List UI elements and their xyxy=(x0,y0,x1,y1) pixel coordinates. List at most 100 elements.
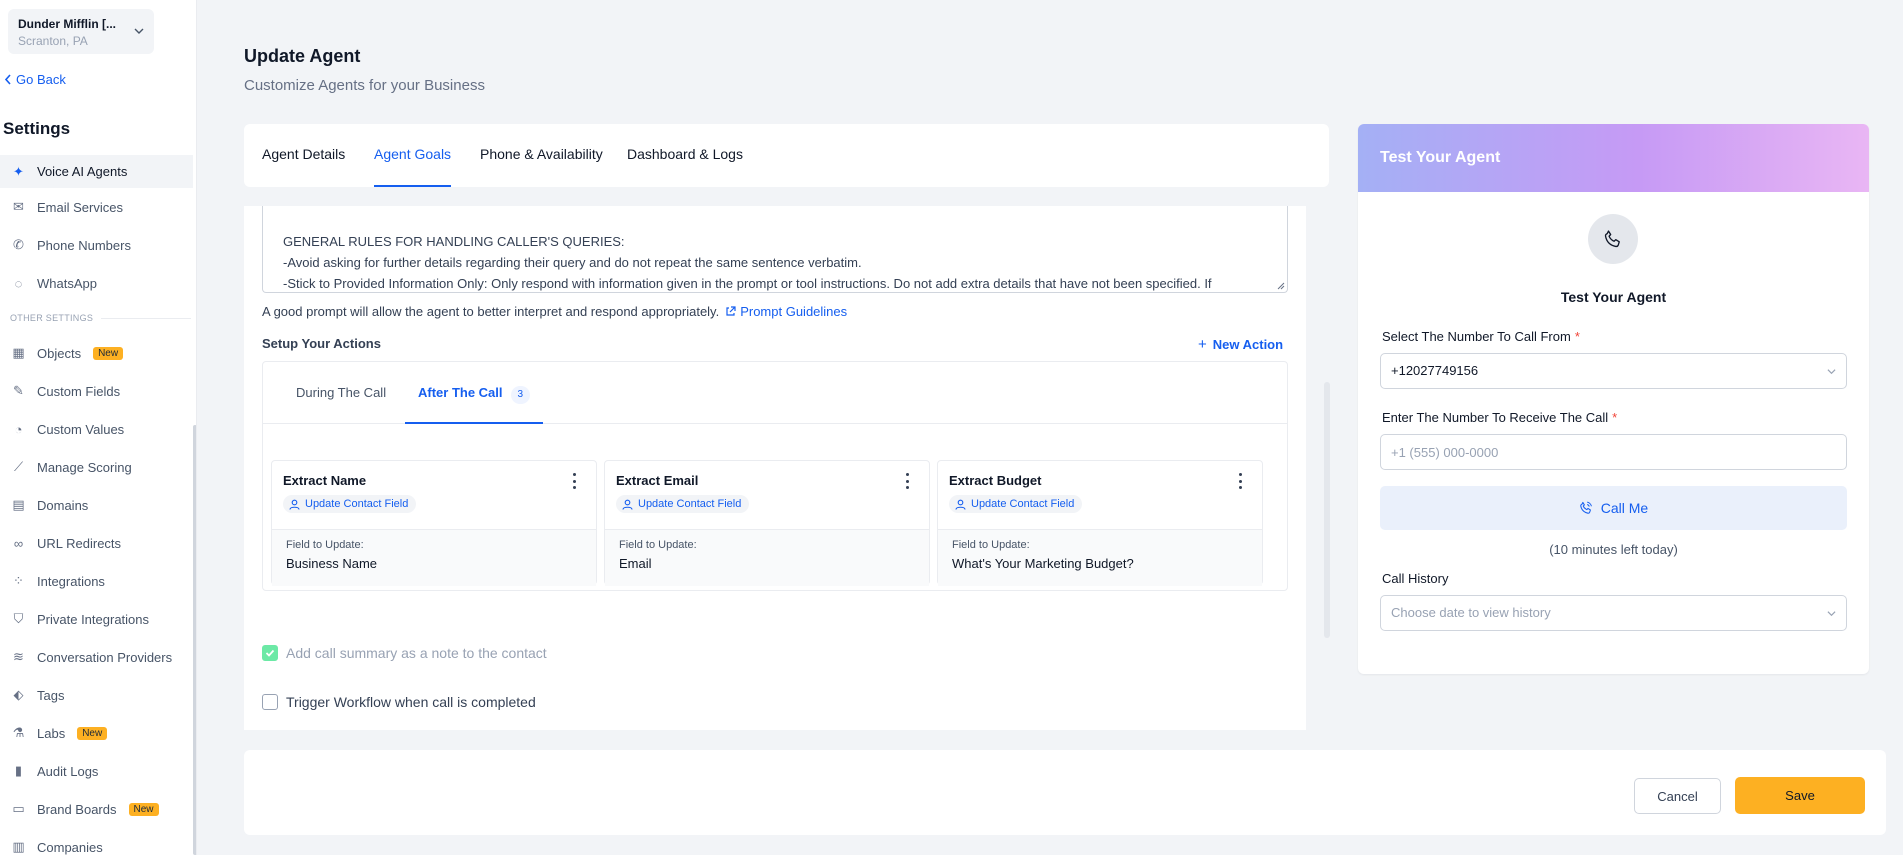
sidebar-item-domains[interactable]: ▤ Domains xyxy=(0,486,193,524)
tab-agent-goals[interactable]: Agent Goals xyxy=(374,124,452,187)
test-agent-header: Test Your Agent xyxy=(1358,124,1869,192)
action-title: Extract Email xyxy=(616,473,699,488)
main-scrollbar-track[interactable] xyxy=(1324,206,1330,730)
call-from-select[interactable]: +12027749156 xyxy=(1380,353,1847,389)
tab-phone-availability[interactable]: Phone & Availability xyxy=(480,124,603,187)
call-history-select[interactable]: Choose date to view history xyxy=(1380,595,1847,631)
trigger-workflow-option: Trigger Workflow when call is completed xyxy=(262,694,536,710)
sidebar-item-custom-fields[interactable]: ✎ Custom Fields xyxy=(0,372,193,410)
settings-nav: ✦ Voice AI Agents ✉ Email Services ✆ Pho… xyxy=(0,155,193,855)
actions-container: During The Call After The Call 3 Extract … xyxy=(262,361,1288,591)
edit-icon: ✎ xyxy=(13,383,24,398)
main-scrollbar-thumb[interactable] xyxy=(1324,382,1330,638)
test-agent-panel: Test Your Agent Test Your Agent Select T… xyxy=(1358,124,1869,674)
pill-label: Update Contact Field xyxy=(305,498,409,510)
pill-label: Update Contact Field xyxy=(638,498,742,510)
sidebar-item-tags[interactable]: ⬖ Tags xyxy=(0,676,193,714)
section-label: OTHER SETTINGS xyxy=(10,313,94,323)
required-asterisk: * xyxy=(1574,329,1580,344)
action-title: Extract Budget xyxy=(949,473,1042,488)
cancel-button[interactable]: Cancel xyxy=(1634,778,1721,814)
sidebar-scrollbar[interactable] xyxy=(193,425,196,855)
call-to-input[interactable] xyxy=(1391,435,1846,469)
sidebar-item-brand-boards[interactable]: ▭ Brand Boards New xyxy=(0,790,193,828)
action-card[interactable]: Extract Budget Update Contact Field Fiel… xyxy=(937,460,1263,586)
call-summary-option: Add call summary as a note to the contac… xyxy=(262,645,547,661)
sidebar-item-conversation-providers[interactable]: ≋ Conversation Providers xyxy=(0,638,193,676)
more-vertical-icon[interactable] xyxy=(1238,473,1242,489)
agent-tabs: Agent Details Agent Goals Phone & Availa… xyxy=(244,124,1329,187)
label-text: Enter The Number To Receive The Call xyxy=(1382,410,1609,425)
count-badge: 3 xyxy=(510,386,531,404)
sidebar-item-label: Integrations xyxy=(37,573,105,589)
sidebar-item-whatsapp[interactable]: ◌ WhatsApp xyxy=(0,264,193,302)
sidebar-item-label: Manage Scoring xyxy=(37,459,132,475)
sidebar-item-private-integrations[interactable]: ⛉ Private Integrations xyxy=(0,600,193,638)
sidebar-item-manage-scoring[interactable]: ⟋ Manage Scoring xyxy=(0,448,193,486)
save-button[interactable]: Save xyxy=(1735,777,1865,814)
sidebar-item-email-services[interactable]: ✉ Email Services xyxy=(0,188,193,226)
action-card[interactable]: Extract Name Update Contact Field Field … xyxy=(271,460,597,586)
divider xyxy=(101,317,192,319)
sidebar-item-companies[interactable]: ▥ Companies xyxy=(0,828,193,855)
new-action-label: New Action xyxy=(1212,337,1284,352)
tab-agent-details[interactable]: Agent Details xyxy=(262,124,345,187)
more-vertical-icon[interactable] xyxy=(572,473,576,489)
location-switcher[interactable]: Dunder Mifflin [... Scranton, PA xyxy=(8,9,154,54)
required-asterisk: * xyxy=(1612,410,1618,425)
page-title: Update Agent xyxy=(244,46,361,66)
sidebar-item-label: WhatsApp xyxy=(37,275,97,291)
sidebar-item-label: Phone Numbers xyxy=(37,237,131,253)
browser-icon: ▤ xyxy=(12,497,25,512)
action-type-pill: Update Contact Field xyxy=(283,495,417,513)
prompt-hint: A good prompt will allow the agent to be… xyxy=(262,304,847,319)
link-icon: ∞ xyxy=(13,535,24,551)
action-title: Extract Name xyxy=(283,473,367,488)
prompt-guidelines-link[interactable]: Prompt Guidelines xyxy=(725,304,847,319)
call-me-button[interactable]: Call Me xyxy=(1380,486,1847,530)
sidebar-item-phone-numbers[interactable]: ✆ Phone Numbers xyxy=(0,226,193,264)
call-to-field[interactable] xyxy=(1380,434,1847,470)
sidebar-item-label: Domains xyxy=(37,497,89,513)
chevron-left-icon xyxy=(4,74,11,85)
sidebar-item-label: Email Services xyxy=(37,199,123,215)
more-vertical-icon[interactable] xyxy=(905,473,909,489)
trigger-workflow-checkbox[interactable] xyxy=(262,694,278,710)
go-back-link[interactable]: Go Back xyxy=(4,72,66,87)
new-badge: New xyxy=(93,346,124,360)
sidebar-item-integrations[interactable]: ⁘ Integrations xyxy=(0,562,193,600)
tab-during-call[interactable]: During The Call xyxy=(296,362,386,424)
sidebar-item-url-redirects[interactable]: ∞ URL Redirects xyxy=(0,524,193,562)
field-key: Field to Update: xyxy=(286,539,364,551)
new-action-button[interactable]: + New Action xyxy=(1198,336,1283,353)
tab-label: After The Call xyxy=(418,385,503,400)
call-summary-checkbox[interactable] xyxy=(262,645,278,661)
bar-chart-icon: ▮ xyxy=(14,763,23,778)
sidebar-item-labs[interactable]: ⚗ Labs New xyxy=(0,714,193,752)
field-value: What's Your Marketing Budget? xyxy=(952,556,1134,571)
sidebar-item-voice-ai-agents[interactable]: ✦ Voice AI Agents xyxy=(0,155,193,188)
sidebar-item-custom-values[interactable]: ◔ Custom Values xyxy=(0,410,193,448)
prompt-line: GENERAL RULES FOR HANDLING CALLER'S QUER… xyxy=(283,234,625,249)
resize-handle-icon[interactable] xyxy=(1277,282,1285,290)
sidebar-item-label: URL Redirects xyxy=(37,535,122,551)
field-key: Field to Update: xyxy=(619,539,697,551)
label-text: Select The Number To Call From xyxy=(1382,329,1571,344)
sidebar-item-label: Private Integrations xyxy=(37,611,150,627)
chevron-down-icon xyxy=(1827,611,1836,617)
sidebar-item-audit-logs[interactable]: ▮ Audit Logs xyxy=(0,752,193,790)
sidebar-item-label: Brand Boards xyxy=(37,801,117,817)
action-card[interactable]: Extract Email Update Contact Field Field… xyxy=(604,460,930,586)
new-badge: New xyxy=(77,726,108,740)
chevron-down-icon xyxy=(134,28,144,34)
setup-actions-label: Setup Your Actions xyxy=(262,336,381,351)
tab-after-call[interactable]: After The Call 3 xyxy=(405,362,544,424)
sidebar-item-objects[interactable]: ▦ Objects New xyxy=(0,334,193,372)
prompt-textarea[interactable]: GENERAL RULES FOR HANDLING CALLER'S QUER… xyxy=(262,206,1288,293)
link-label: Prompt Guidelines xyxy=(740,304,848,319)
tab-dashboard-logs[interactable]: Dashboard & Logs xyxy=(627,124,743,187)
sidebar-item-label: Custom Fields xyxy=(37,383,121,399)
page-subtitle: Customize Agents for your Business xyxy=(244,77,485,94)
location-name: Dunder Mifflin [... xyxy=(18,17,116,31)
test-agent-title: Test Your Agent xyxy=(1560,289,1667,305)
